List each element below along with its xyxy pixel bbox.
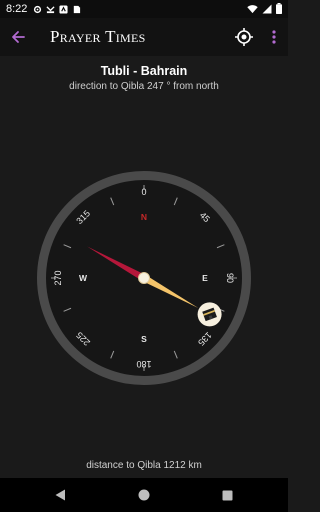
system-nav-bar: [0, 478, 288, 512]
nav-back-button[interactable]: [40, 478, 80, 512]
nav-home-icon: [138, 489, 150, 501]
compass-degree-label: 180: [136, 359, 151, 369]
settings-icon: [34, 5, 42, 13]
compass-degree-label: 0: [141, 187, 146, 197]
compass-cardinal-w: W: [79, 273, 88, 283]
sd-card-icon: [74, 5, 81, 13]
location-name: Tubli - Bahrain: [100, 64, 188, 78]
signal-icon: [262, 4, 272, 13]
gps-icon: [235, 28, 253, 46]
status-notification-icons: [33, 4, 81, 14]
more-vert-icon: [272, 30, 276, 44]
more-options-button[interactable]: [268, 27, 280, 47]
compass-cardinal-e: E: [202, 273, 208, 283]
status-time: 8:22: [6, 3, 28, 15]
nav-home-button[interactable]: [124, 478, 164, 512]
qibla-compass: 04590135180225270315 NESW: [37, 171, 251, 385]
needle-pivot: [138, 272, 150, 284]
back-button[interactable]: [0, 18, 36, 56]
compass-cardinal-n: N: [141, 212, 147, 222]
compass-degree-label: 270: [53, 270, 63, 285]
missed-call-icon: [46, 5, 55, 13]
status-system-icons: [247, 3, 282, 14]
battery-icon: [276, 3, 282, 14]
wifi-icon: [247, 4, 258, 13]
page-title: Prayer Times: [50, 27, 146, 46]
nav-recents-button[interactable]: [207, 478, 247, 512]
kaaba-marker: [197, 302, 222, 327]
nav-back-icon: [55, 489, 65, 501]
qibla-distance-text: distance to Qibla 1212 km: [86, 460, 202, 471]
compass-degree-label: 90: [225, 273, 235, 283]
app-icon: [59, 4, 68, 14]
app-bar: Prayer Times: [0, 18, 288, 56]
qibla-direction-text: direction to Qibla 247 ° from north: [69, 81, 219, 92]
compass-cardinal-s: S: [141, 334, 147, 344]
arrow-back-icon: [12, 31, 25, 43]
nav-recents-icon: [222, 490, 232, 500]
gps-button[interactable]: [234, 27, 254, 47]
status-bar: 8:22: [0, 0, 288, 18]
